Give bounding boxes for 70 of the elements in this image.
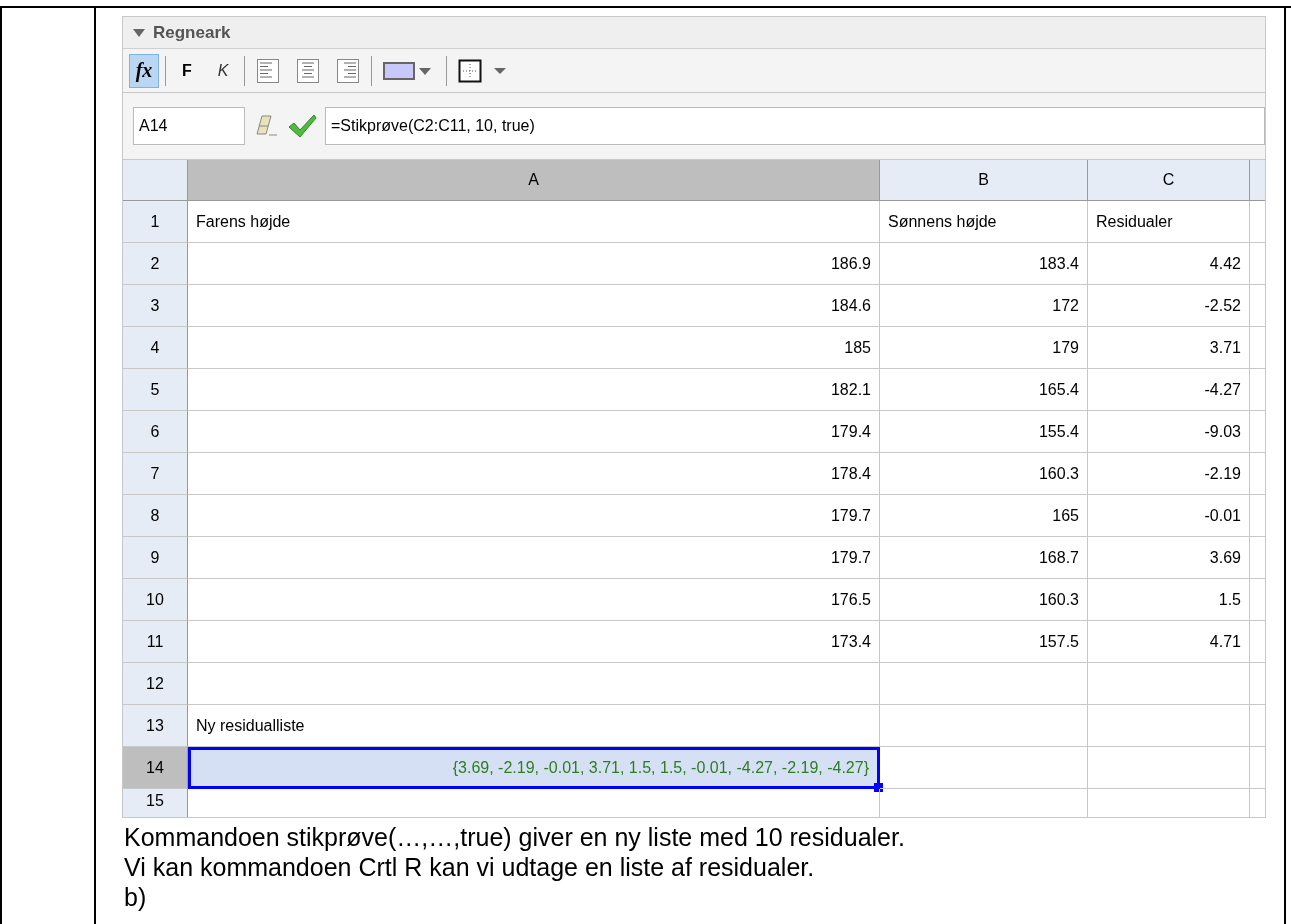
table-cell[interactable]: 183.4 xyxy=(880,243,1088,285)
table-cell[interactable]: 178.4 xyxy=(188,453,880,495)
cell-name-field[interactable]: A14 xyxy=(133,107,245,145)
column-header[interactable]: C xyxy=(1088,160,1250,201)
header-corner[interactable] xyxy=(123,160,188,201)
table-cell[interactable]: 157.5 xyxy=(880,621,1088,663)
table-cell[interactable]: Farens højde xyxy=(188,201,880,243)
formula-toggle-button[interactable]: fx xyxy=(129,53,159,88)
table-cell[interactable]: 182.1 xyxy=(188,369,880,411)
align-left-icon xyxy=(256,57,280,84)
table-cell[interactable]: 186.9 xyxy=(188,243,880,285)
row-header[interactable]: 4 xyxy=(123,327,188,369)
table-cell[interactable]: {3.69, -2.19, -0.01, 3.71, 1.5, 1.5, -0.01, -4.27, -2.19, -4.27} xyxy=(188,747,880,789)
table-cell[interactable]: -2.19 xyxy=(1088,453,1250,495)
table-cell[interactable]: 185 xyxy=(188,327,880,369)
table-cell[interactable]: 1.5 xyxy=(1088,579,1250,621)
row-header[interactable]: 3 xyxy=(123,285,188,327)
row-header[interactable]: 8 xyxy=(123,495,188,537)
panel-title: Regneark xyxy=(153,22,231,43)
table-cell[interactable]: 165 xyxy=(880,495,1088,537)
table-cell[interactable]: -2.52 xyxy=(1088,285,1250,327)
paragraph: Kommandoen stikprøve(…,…,true) giver en ny liste med 10 residualer. xyxy=(124,822,906,852)
row-header[interactable]: 15 xyxy=(123,789,188,817)
eraser-icon[interactable] xyxy=(253,114,279,138)
column-header[interactable] xyxy=(1250,160,1265,201)
check-icon[interactable] xyxy=(287,113,317,139)
bold-button[interactable]: F xyxy=(172,53,202,88)
row-header[interactable]: 11 xyxy=(123,621,188,663)
fill-handle[interactable] xyxy=(874,783,883,792)
table-cell[interactable]: 176.5 xyxy=(188,579,880,621)
table-cell[interactable]: 160.3 xyxy=(880,453,1088,495)
row-header[interactable]: 1 xyxy=(123,201,188,243)
column-header[interactable]: B xyxy=(880,160,1088,201)
row-header[interactable]: 5 xyxy=(123,369,188,411)
row-header[interactable]: 14 xyxy=(123,747,188,789)
italic-button[interactable]: K xyxy=(208,53,238,88)
row-header[interactable]: 9 xyxy=(123,537,188,579)
table-cell[interactable]: -4.27 xyxy=(1088,369,1250,411)
table-cell[interactable]: 172 xyxy=(880,285,1088,327)
paragraph: b) xyxy=(124,882,148,912)
table-cell[interactable]: 179.7 xyxy=(188,495,880,537)
table-cell[interactable]: 165.4 xyxy=(880,369,1088,411)
table-cell[interactable]: 3.71 xyxy=(1088,327,1250,369)
row-header[interactable]: 6 xyxy=(123,411,188,453)
table-cell[interactable]: Residualer xyxy=(1088,201,1250,243)
collapse-triangle-icon[interactable] xyxy=(133,28,145,37)
table-cell[interactable]: 4.71 xyxy=(1088,621,1250,663)
table-cell[interactable]: Sønnens højde xyxy=(880,201,1088,243)
row-header[interactable]: 13 xyxy=(123,705,188,747)
table-cell[interactable]: 4.42 xyxy=(1088,243,1250,285)
table-cell[interactable]: 160.3 xyxy=(880,579,1088,621)
table-cell[interactable]: -0.01 xyxy=(1088,495,1250,537)
row-header[interactable]: 7 xyxy=(123,453,188,495)
align-center-icon xyxy=(296,57,320,84)
row-header[interactable]: 12 xyxy=(123,663,188,705)
table-cell[interactable]: 179.7 xyxy=(188,537,880,579)
table-cell[interactable]: 179 xyxy=(880,327,1088,369)
column-header[interactable]: A xyxy=(188,160,880,201)
paragraph: Vi kan kommandoen Crtl R kan vi udtage en liste af residualer. xyxy=(124,852,816,882)
table-cell[interactable]: 3.69 xyxy=(1088,537,1250,579)
formula-field[interactable]: =Stikprøve(C2:C11, 10, true) xyxy=(325,107,1265,145)
row-header[interactable]: 2 xyxy=(123,243,188,285)
table-cell[interactable]: -9.03 xyxy=(1088,411,1250,453)
table-cell[interactable]: 179.4 xyxy=(188,411,880,453)
table-cell[interactable]: 173.4 xyxy=(188,621,880,663)
align-right-icon xyxy=(336,57,360,84)
table-cell[interactable]: 168.7 xyxy=(880,537,1088,579)
table-cell[interactable]: 155.4 xyxy=(880,411,1088,453)
table-cell[interactable]: 184.6 xyxy=(188,285,880,327)
row-header[interactable]: 10 xyxy=(123,579,188,621)
